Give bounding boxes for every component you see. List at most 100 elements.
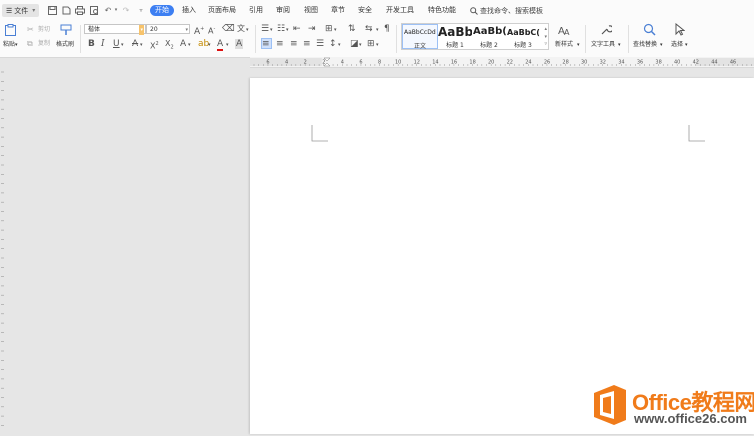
increase-indent-icon[interactable]: ⇥ — [308, 24, 316, 34]
strikethrough-icon[interactable]: A — [132, 39, 138, 49]
paste-dropdown-icon[interactable]: ▾ — [15, 41, 18, 49]
style-sample: AaBb( — [473, 26, 506, 37]
chevron-down-icon[interactable]: ▾ — [140, 40, 143, 50]
text-tools-label[interactable]: 文字工具 — [591, 41, 615, 49]
chevron-down-icon[interactable]: ▾ — [376, 40, 379, 50]
subscript-icon[interactable]: X2 — [165, 39, 174, 53]
copy-label[interactable]: 复制 — [38, 40, 50, 48]
watermark-url: www.office26.com — [634, 411, 747, 426]
export-icon[interactable] — [61, 5, 71, 15]
cursor-select-icon[interactable] — [675, 22, 686, 39]
chevron-down-icon[interactable]: ▾ — [685, 41, 688, 49]
cut-label[interactable]: 剪切 — [38, 26, 50, 34]
copy-icon[interactable]: ⧉ — [27, 39, 33, 49]
clear-format-icon[interactable]: ⌫ — [222, 24, 235, 34]
tab-home[interactable]: 开始 — [150, 5, 174, 16]
paste-label[interactable]: 粘贴 — [3, 41, 15, 49]
align-right-icon[interactable]: ≡ — [290, 39, 298, 49]
line-spacing-icon[interactable]: ↕ — [329, 39, 337, 49]
superscript-icon[interactable]: X2 — [150, 39, 159, 52]
chevron-down-icon[interactable]: ▾ — [338, 40, 341, 50]
horizontal-ruler[interactable]: 6 4 2 2 4 6 8 10 12 14 16 18 20 22 24 26 28 30 32 34 36 38 40 4… — [250, 57, 754, 68]
numbered-list-icon[interactable]: ☷ — [277, 24, 285, 34]
tab-security[interactable]: 安全 — [358, 6, 372, 15]
ruler-label: 32 — [600, 60, 606, 66]
customize-toolbar-icon[interactable]: ▿ — [136, 5, 146, 15]
select-label[interactable]: 选择 — [671, 41, 683, 49]
file-menu-button[interactable]: ☰ 文件 ▾ — [2, 4, 40, 17]
decrease-indent-icon[interactable]: ⇤ — [293, 24, 301, 34]
chevron-down-icon[interactable]: ▾ — [618, 41, 621, 49]
tab-review[interactable]: 审阅 — [276, 6, 290, 15]
font-color-icon[interactable]: A — [217, 39, 224, 51]
character-shading-icon[interactable]: A — [235, 39, 244, 49]
borders-icon[interactable]: ⊞ — [367, 39, 375, 49]
format-painter-label[interactable]: 格式刷 — [56, 41, 74, 49]
bold-icon[interactable]: B — [88, 39, 95, 49]
style-heading-3[interactable]: AaBbC( 标题 3 — [506, 24, 540, 49]
scissors-icon[interactable]: ✂ — [27, 25, 34, 35]
chevron-down-icon[interactable]: ▾ — [188, 40, 191, 50]
new-style-icon[interactable]: AA — [558, 24, 572, 38]
align-left-icon[interactable]: ≡ — [261, 38, 272, 49]
chevron-down-icon[interactable]: ▾ — [334, 25, 337, 35]
tab-special-features[interactable]: 特色功能 — [428, 6, 456, 15]
sort-icon[interactable]: ⇅ — [348, 24, 356, 34]
paragraph-marks-icon[interactable]: ⇆ — [365, 24, 373, 34]
paste-icon[interactable] — [5, 24, 16, 38]
justify-icon[interactable]: ≡ — [303, 39, 311, 49]
chevron-down-icon[interactable]: ▾ — [121, 40, 124, 50]
chevron-down-icon[interactable]: ▾ — [376, 25, 379, 35]
save-icon[interactable] — [47, 5, 57, 15]
expand-gallery-icon[interactable]: ▿ — [544, 41, 547, 47]
document-page[interactable] — [250, 78, 754, 434]
font-size-select[interactable]: 20 ▾ — [146, 24, 190, 34]
find-replace-label[interactable]: 查找替换 — [633, 41, 657, 49]
wrench-icon[interactable] — [600, 24, 614, 38]
chevron-down-icon[interactable]: ▾ — [246, 25, 249, 35]
shrink-font-icon[interactable]: A- — [208, 24, 215, 37]
style-normal[interactable]: AaBbCcDd 正文 — [402, 24, 438, 50]
chevron-down-icon[interactable]: ▾ — [226, 40, 229, 50]
tab-developer[interactable]: 开发工具 — [386, 6, 414, 15]
svg-text:A: A — [564, 28, 570, 36]
redo-icon[interactable]: ↷ — [121, 5, 131, 15]
chevron-down-icon[interactable]: ▾ — [577, 41, 580, 49]
tab-view[interactable]: 视图 — [304, 6, 318, 15]
undo-dropdown-icon[interactable]: ▾ — [111, 5, 121, 15]
divider — [255, 25, 256, 53]
style-heading-2[interactable]: AaBb( 标题 2 — [472, 24, 506, 49]
chevron-down-icon[interactable]: ▾ — [270, 25, 273, 35]
print-preview-icon[interactable] — [89, 5, 99, 15]
style-heading-1[interactable]: AaBb 标题 1 — [438, 24, 472, 49]
chevron-down-icon[interactable]: ▾ — [208, 40, 211, 50]
text-effect-icon[interactable]: A — [180, 39, 186, 49]
print-icon[interactable] — [75, 5, 85, 15]
shading-icon[interactable]: ◪ — [350, 39, 359, 49]
chevron-down-icon[interactable]: ▾ — [286, 25, 289, 35]
chevron-up-icon[interactable]: ▴ — [544, 26, 547, 32]
site-watermark: Office教程网 www.office26.com — [590, 383, 754, 431]
format-painter-icon[interactable] — [60, 24, 72, 39]
chevron-down-icon[interactable]: ▾ — [660, 41, 663, 49]
tab-insert[interactable]: 插入 — [182, 6, 196, 15]
italic-icon[interactable]: I — [101, 39, 105, 49]
bullet-list-icon[interactable]: ☰ — [261, 24, 269, 34]
tab-section[interactable]: 章节 — [331, 6, 345, 15]
new-style-label[interactable]: 新样式 — [555, 41, 573, 49]
pinyin-guide-icon[interactable]: 文 — [237, 24, 245, 34]
tab-references[interactable]: 引用 — [249, 6, 263, 15]
font-name-select[interactable]: 楷体 ▾ — [84, 24, 146, 35]
show-hide-icon[interactable]: ¶ — [384, 24, 390, 34]
chevron-down-icon[interactable]: ▾ — [544, 34, 547, 40]
vertical-ruler[interactable] — [0, 67, 7, 434]
align-center-icon[interactable]: ≡ — [276, 39, 284, 49]
tab-page-layout[interactable]: 页面布局 — [208, 6, 236, 15]
command-search[interactable]: 查找命令、搜索模板 — [470, 6, 543, 16]
find-replace-icon[interactable] — [643, 23, 656, 39]
text-direction-icon[interactable]: ⊞ — [325, 24, 333, 34]
underline-icon[interactable]: U — [113, 39, 120, 49]
distributed-align-icon[interactable]: ☰ — [316, 39, 324, 49]
grow-font-icon[interactable]: A+ — [194, 24, 204, 37]
chevron-down-icon[interactable]: ▾ — [359, 40, 362, 50]
